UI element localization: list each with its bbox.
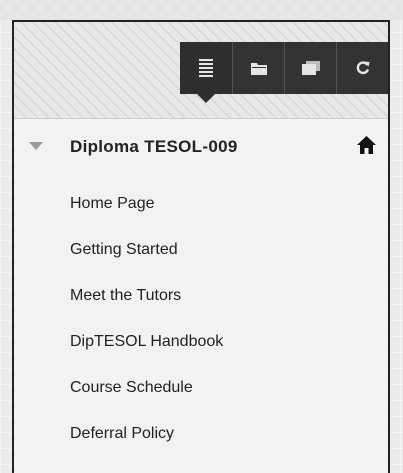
course-menu: Diploma TESOL-009 Home Page Getting Star… bbox=[14, 118, 388, 473]
home-icon[interactable] bbox=[357, 136, 376, 159]
toolbar-button-group bbox=[180, 42, 388, 103]
window-icon bbox=[301, 61, 320, 75]
menu-item-home-page[interactable]: Home Page bbox=[70, 195, 155, 213]
course-menu-toolbar bbox=[14, 22, 388, 118]
window-view-button[interactable] bbox=[284, 42, 336, 94]
menu-item-deferral-policy[interactable]: Deferral Policy bbox=[70, 425, 174, 443]
refresh-icon bbox=[356, 61, 369, 75]
list-view-icon bbox=[199, 59, 213, 77]
active-indicator-pointer bbox=[196, 93, 216, 103]
collapse-toggle-icon[interactable] bbox=[29, 142, 43, 150]
menu-item-course-schedule[interactable]: Course Schedule bbox=[70, 379, 193, 397]
course-menu-panel: Diploma TESOL-009 Home Page Getting Star… bbox=[12, 20, 390, 473]
refresh-button[interactable] bbox=[336, 42, 388, 94]
list-view-button[interactable] bbox=[180, 42, 232, 103]
menu-item-getting-started[interactable]: Getting Started bbox=[70, 241, 178, 259]
background-strip bbox=[0, 0, 403, 20]
course-header[interactable]: Diploma TESOL-009 bbox=[14, 130, 388, 164]
menu-item-meet-the-tutors[interactable]: Meet the Tutors bbox=[70, 287, 181, 305]
course-title[interactable]: Diploma TESOL-009 bbox=[70, 137, 238, 157]
folder-view-button[interactable] bbox=[232, 42, 284, 94]
folder-icon bbox=[250, 62, 267, 75]
menu-item-diptesol-handbook[interactable]: DipTESOL Handbook bbox=[70, 333, 223, 351]
